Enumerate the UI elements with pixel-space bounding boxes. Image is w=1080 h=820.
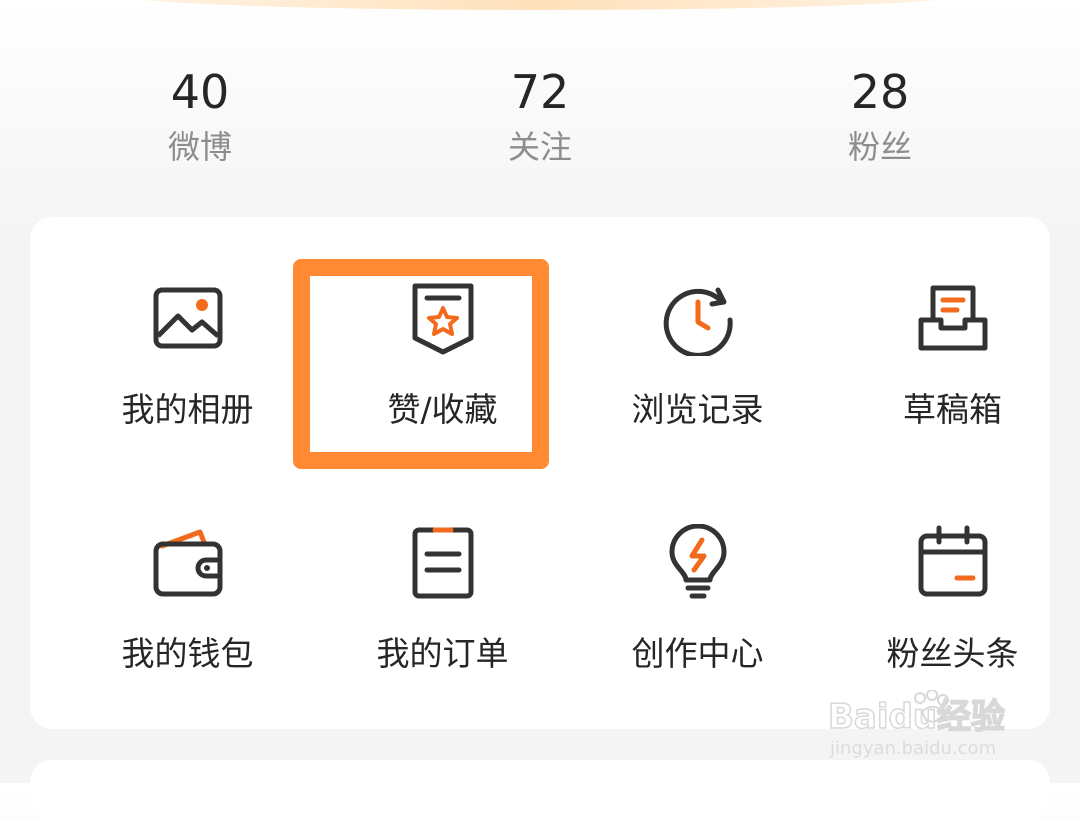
menu-item-label: 赞/收藏 bbox=[387, 390, 498, 429]
next-section-card bbox=[30, 760, 1050, 820]
stat-weibo[interactable]: 40 微博 bbox=[80, 62, 320, 172]
calendar-icon bbox=[918, 525, 988, 597]
baidu-jingyan-watermark: Baidu经验 jingyan.baidu.com bbox=[828, 690, 1006, 759]
favorite-star-icon bbox=[412, 283, 474, 355]
header-banner-edge bbox=[120, 0, 960, 10]
profile-stats: 40 微博 72 关注 28 粉丝 bbox=[0, 62, 1080, 182]
menu-item-label: 我的钱包 bbox=[121, 634, 254, 673]
photo-album-icon bbox=[153, 287, 223, 349]
drafts-tray-icon bbox=[918, 285, 988, 351]
menu-item-label: 浏览记录 bbox=[631, 390, 764, 429]
stat-value: 40 bbox=[170, 65, 230, 119]
stat-value: 28 bbox=[850, 65, 910, 119]
menu-item-label: 草稿箱 bbox=[903, 390, 1002, 429]
menu-item-wallet[interactable]: 我的钱包 bbox=[60, 524, 315, 724]
creation-bulb-icon bbox=[669, 524, 727, 599]
menu-item-orders[interactable]: 我的订单 bbox=[315, 524, 570, 724]
menu-item-label: 粉丝头条 bbox=[886, 634, 1019, 673]
menu-item-label: 创作中心 bbox=[631, 634, 764, 673]
stat-label: 微博 bbox=[167, 128, 232, 166]
stat-label: 粉丝 bbox=[847, 128, 912, 166]
menu-grid-card: 我的相册 赞/收藏 浏览记录 草稿箱 我的钱包 我的订单 创作中心 粉丝头条 bbox=[30, 217, 1050, 729]
history-clock-icon bbox=[663, 287, 733, 356]
watermark-brand: Baidu经验 bbox=[828, 697, 1005, 737]
menu-item-favorites[interactable]: 赞/收藏 bbox=[315, 280, 570, 480]
menu-item-creation-center[interactable]: 创作中心 bbox=[570, 524, 825, 724]
watermark-url: jingyan.baidu.com bbox=[829, 738, 996, 759]
stat-label: 关注 bbox=[507, 128, 572, 166]
menu-item-label: 我的相册 bbox=[121, 390, 254, 429]
menu-item-album[interactable]: 我的相册 bbox=[60, 280, 315, 480]
menu-item-drafts[interactable]: 草稿箱 bbox=[825, 280, 1080, 480]
wallet-icon bbox=[153, 529, 223, 597]
menu-item-label: 我的订单 bbox=[376, 634, 509, 673]
stat-value: 72 bbox=[510, 65, 570, 119]
order-list-icon bbox=[412, 527, 474, 599]
stat-fans[interactable]: 28 粉丝 bbox=[760, 62, 1000, 172]
menu-item-history[interactable]: 浏览记录 bbox=[570, 280, 825, 480]
stat-following[interactable]: 72 关注 bbox=[420, 62, 660, 172]
